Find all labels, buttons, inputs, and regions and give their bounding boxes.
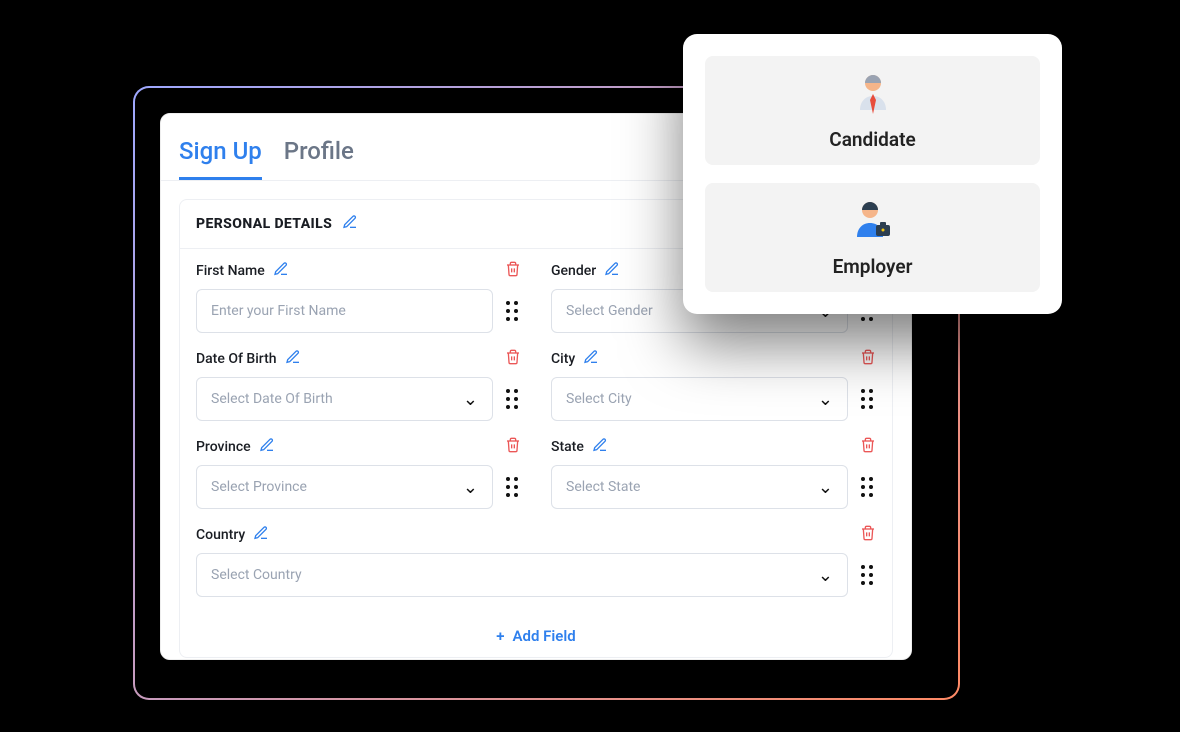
- city-select[interactable]: Select City ⌄: [551, 377, 848, 421]
- country-select[interactable]: Select Country ⌄: [196, 553, 848, 597]
- role-label: Employer: [833, 255, 913, 278]
- edit-icon[interactable]: [253, 525, 269, 545]
- field-label: First Name: [196, 263, 265, 279]
- drag-handle-icon[interactable]: [858, 477, 876, 497]
- edit-icon[interactable]: [342, 214, 358, 234]
- trash-icon[interactable]: [860, 349, 876, 369]
- state-select[interactable]: Select State ⌄: [551, 465, 848, 509]
- placeholder-text: Select Country: [211, 567, 302, 583]
- edit-icon[interactable]: [592, 437, 608, 457]
- trash-icon[interactable]: [505, 349, 521, 369]
- employer-icon: [850, 197, 896, 247]
- drag-handle-icon[interactable]: [858, 389, 876, 409]
- edit-icon[interactable]: [604, 261, 620, 281]
- trash-icon[interactable]: [505, 437, 521, 457]
- field-city: City Select City ⌄: [551, 349, 876, 421]
- role-chooser-popup: Candidate Employer: [683, 34, 1062, 314]
- section-title: PERSONAL DETAILS: [196, 216, 332, 232]
- placeholder-text: Select Gender: [566, 303, 653, 319]
- edit-icon[interactable]: [259, 437, 275, 457]
- placeholder-text: Enter your First Name: [211, 303, 346, 319]
- trash-icon[interactable]: [505, 261, 521, 281]
- trash-icon[interactable]: [860, 525, 876, 545]
- candidate-icon: [850, 70, 896, 120]
- field-province: Province Select Province ⌄: [196, 437, 521, 509]
- placeholder-text: Select State: [566, 479, 640, 495]
- field-country: Country Select Country ⌄: [196, 525, 876, 597]
- field-first-name: First Name Enter your First Name: [196, 261, 521, 333]
- field-label: Date Of Birth: [196, 351, 277, 367]
- field-label: Country: [196, 527, 245, 543]
- chevron-down-icon: ⌄: [463, 477, 478, 498]
- chevron-down-icon: ⌄: [463, 389, 478, 410]
- dob-select[interactable]: Select Date Of Birth ⌄: [196, 377, 493, 421]
- role-candidate[interactable]: Candidate: [705, 56, 1040, 165]
- chevron-down-icon: ⌄: [818, 565, 833, 586]
- field-label: State: [551, 439, 584, 455]
- field-label: Gender: [551, 263, 596, 279]
- field-label: Province: [196, 439, 251, 455]
- drag-handle-icon[interactable]: [858, 565, 876, 585]
- edit-icon[interactable]: [583, 349, 599, 369]
- field-label: City: [551, 351, 575, 367]
- role-employer[interactable]: Employer: [705, 183, 1040, 292]
- plus-icon: +: [496, 627, 504, 645]
- province-select[interactable]: Select Province ⌄: [196, 465, 493, 509]
- role-label: Candidate: [829, 128, 915, 151]
- tab-profile[interactable]: Profile: [284, 137, 354, 180]
- edit-icon[interactable]: [285, 349, 301, 369]
- drag-handle-icon[interactable]: [503, 477, 521, 497]
- drag-handle-icon[interactable]: [503, 389, 521, 409]
- chevron-down-icon: ⌄: [818, 389, 833, 410]
- first-name-input[interactable]: Enter your First Name: [196, 289, 493, 333]
- field-dob: Date Of Birth Select Date Of Birth ⌄: [196, 349, 521, 421]
- edit-icon[interactable]: [273, 261, 289, 281]
- trash-icon[interactable]: [860, 437, 876, 457]
- placeholder-text: Select City: [566, 391, 632, 407]
- drag-handle-icon[interactable]: [503, 301, 521, 321]
- tab-signup[interactable]: Sign Up: [179, 137, 262, 180]
- placeholder-text: Select Date Of Birth: [211, 391, 333, 407]
- placeholder-text: Select Province: [211, 479, 307, 495]
- chevron-down-icon: ⌄: [818, 477, 833, 498]
- add-field-button[interactable]: + Add Field: [196, 613, 876, 651]
- add-field-label: Add Field: [513, 627, 576, 645]
- field-state: State Select State ⌄: [551, 437, 876, 509]
